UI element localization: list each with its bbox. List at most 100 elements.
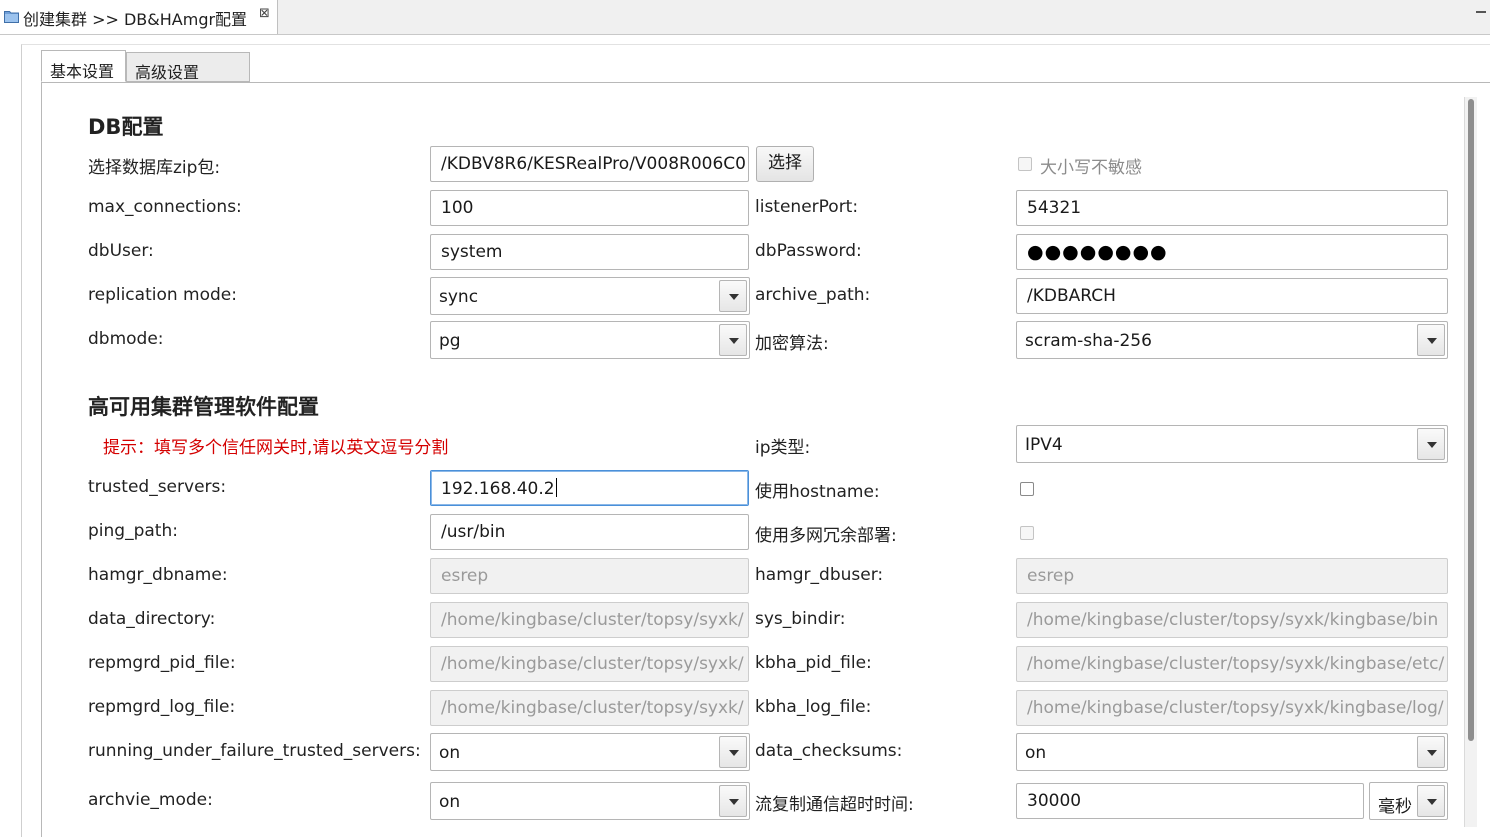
case-insensitive-label: 大小写不敏感	[1040, 158, 1142, 178]
editor-tab-bar: 创建集群 >> DB&HAmgr配置 ⊠	[0, 0, 1490, 35]
max-connections-label: max_connections:	[88, 197, 242, 217]
sys-bindir-field: /home/kingbase/cluster/topsy/syxk/kingba…	[1016, 602, 1448, 638]
repmgrd-pid-value: /home/kingbase/cluster/topsy/syxk/	[441, 654, 744, 674]
chevron-down-icon[interactable]	[719, 736, 747, 768]
repmgrd-log-field: /home/kingbase/cluster/topsy/syxk/	[430, 690, 749, 726]
encryption-value: scram-sha-256	[1025, 331, 1152, 351]
tab-basic-settings[interactable]: 基本设置	[41, 50, 126, 82]
folder-icon	[4, 11, 19, 23]
hamgr-dbname-field: esrep	[430, 558, 749, 594]
archive-path-field[interactable]: /KDBARCH	[1016, 278, 1448, 314]
kbha-pid-value: /home/kingbase/cluster/topsy/syxk/kingba…	[1027, 654, 1445, 674]
data-checksums-value: on	[1025, 743, 1047, 763]
stream-timeout-unit-value: 毫秒	[1378, 797, 1412, 817]
repmgrd-log-value: /home/kingbase/cluster/topsy/syxk/	[441, 698, 744, 718]
running-under-failure-select[interactable]: on	[430, 733, 750, 771]
scrollbar-thumb[interactable]	[1468, 99, 1474, 741]
db-password-label: dbPassword:	[755, 241, 862, 261]
archive-path-label: archive_path:	[755, 285, 871, 305]
multi-net-label: 使用多网冗余部署:	[755, 526, 897, 546]
ip-type-select[interactable]: IPV4	[1016, 425, 1448, 463]
kbha-log-label: kbha_log_file:	[755, 697, 872, 717]
db-user-value: system	[441, 242, 503, 262]
case-insensitive-checkbox[interactable]	[1018, 157, 1032, 171]
hamgr-dbuser-label: hamgr_dbuser:	[755, 565, 884, 585]
listener-port-label: listenerPort:	[755, 197, 859, 217]
archive-path-value: /KDBARCH	[1027, 286, 1116, 306]
minimize-icon[interactable]	[1476, 5, 1486, 15]
tab-advanced-settings[interactable]: 高级设置	[126, 52, 250, 82]
hamgr-dbuser-value: esrep	[1027, 566, 1075, 586]
hamgr-dbuser-field: esrep	[1016, 558, 1448, 594]
ping-path-value: /usr/bin	[441, 522, 506, 542]
data-directory-value: /home/kingbase/cluster/topsy/syxk/	[441, 610, 744, 630]
dbmode-value: pg	[439, 331, 461, 351]
choose-button[interactable]: 选择	[756, 146, 814, 182]
kbha-log-field: /home/kingbase/cluster/topsy/syxk/kingba…	[1016, 690, 1448, 726]
replication-mode-label: replication mode:	[88, 285, 237, 305]
replication-mode-select[interactable]: sync	[430, 277, 750, 315]
trusted-servers-field[interactable]: 192.168.40.2	[430, 470, 749, 506]
chevron-down-icon[interactable]	[719, 280, 747, 312]
dbmode-select[interactable]: pg	[430, 321, 750, 359]
encryption-select[interactable]: scram-sha-256	[1016, 321, 1448, 359]
chevron-down-icon[interactable]	[719, 785, 747, 817]
trusted-servers-label: trusted_servers:	[88, 477, 227, 497]
ip-type-value: IPV4	[1025, 435, 1063, 455]
db-user-label: dbUser:	[88, 241, 154, 261]
replication-mode-value: sync	[439, 287, 479, 307]
multi-net-checkbox[interactable]	[1020, 526, 1034, 540]
db-section-title: DB配置	[88, 115, 164, 139]
repmgrd-pid-field: /home/kingbase/cluster/topsy/syxk/	[430, 646, 749, 682]
editor-tab-title: 创建集群 >> DB&HAmgr配置	[23, 10, 248, 29]
stream-timeout-unit-select[interactable]: 毫秒	[1369, 782, 1448, 820]
chevron-down-icon[interactable]	[1417, 428, 1445, 460]
dbmode-label: dbmode:	[88, 329, 164, 349]
trusted-servers-value: 192.168.40.2	[441, 479, 555, 499]
stream-timeout-label: 流复制通信超时时间:	[755, 795, 914, 815]
archive-mode-value: on	[439, 792, 461, 812]
archive-mode-select[interactable]: on	[430, 782, 750, 820]
text-caret	[555, 478, 557, 497]
repmgrd-log-label: repmgrd_log_file:	[88, 697, 236, 717]
zip-path-field[interactable]: /KDBV8R6/KESRealPro/V008R006C0	[430, 146, 749, 182]
kbha-pid-label: kbha_pid_file:	[755, 653, 872, 673]
hamgr-dbname-label: hamgr_dbname:	[88, 565, 228, 585]
listener-port-value: 54321	[1027, 198, 1082, 218]
hamgr-dbname-value: esrep	[441, 566, 489, 586]
use-hostname-label: 使用hostname:	[755, 482, 880, 502]
repmgrd-pid-label: repmgrd_pid_file:	[88, 653, 236, 673]
kbha-log-value: /home/kingbase/cluster/topsy/syxk/kingba…	[1027, 698, 1444, 718]
sys-bindir-value: /home/kingbase/cluster/topsy/syxk/kingba…	[1027, 610, 1439, 630]
running-under-failure-label: running_under_failure_trusted_servers:	[88, 741, 421, 761]
ip-type-label: ip类型:	[755, 438, 811, 458]
zip-path-value: /KDBV8R6/KESRealPro/V008R006C0	[441, 154, 746, 174]
chevron-down-icon[interactable]	[1417, 324, 1445, 356]
db-password-field[interactable]: ●●●●●●●●	[1016, 234, 1448, 270]
stream-timeout-value: 30000	[1027, 791, 1082, 811]
chevron-down-icon[interactable]	[719, 324, 747, 356]
editor-tab[interactable]: 创建集群 >> DB&HAmgr配置 ⊠	[0, 0, 278, 34]
use-hostname-checkbox[interactable]	[1020, 482, 1034, 496]
encryption-label: 加密算法:	[755, 334, 829, 354]
max-connections-value: 100	[441, 198, 474, 218]
ha-section-title: 高可用集群管理软件配置	[88, 395, 319, 419]
data-checksums-label: data_checksums:	[755, 741, 903, 761]
listener-port-field[interactable]: 54321	[1016, 190, 1448, 226]
stream-timeout-field[interactable]: 30000	[1016, 783, 1364, 819]
data-directory-field: /home/kingbase/cluster/topsy/syxk/	[430, 602, 749, 638]
ping-path-field[interactable]: /usr/bin	[430, 514, 749, 550]
hint-text: 提示：填写多个信任网关时,请以英文逗号分割	[103, 438, 449, 458]
close-icon[interactable]: ⊠	[259, 6, 270, 21]
vertical-scrollbar[interactable]	[1464, 97, 1477, 827]
max-connections-field[interactable]: 100	[430, 190, 749, 226]
zip-label: 选择数据库zip包:	[88, 158, 221, 178]
kbha-pid-field: /home/kingbase/cluster/topsy/syxk/kingba…	[1016, 646, 1448, 682]
data-checksums-select[interactable]: on	[1016, 733, 1448, 771]
chevron-down-icon[interactable]	[1417, 785, 1445, 817]
ping-path-label: ping_path:	[88, 521, 178, 541]
archive-mode-label: archvie_mode:	[88, 790, 213, 810]
db-user-field[interactable]: system	[430, 234, 749, 270]
running-under-failure-value: on	[439, 743, 461, 763]
chevron-down-icon[interactable]	[1417, 736, 1445, 768]
